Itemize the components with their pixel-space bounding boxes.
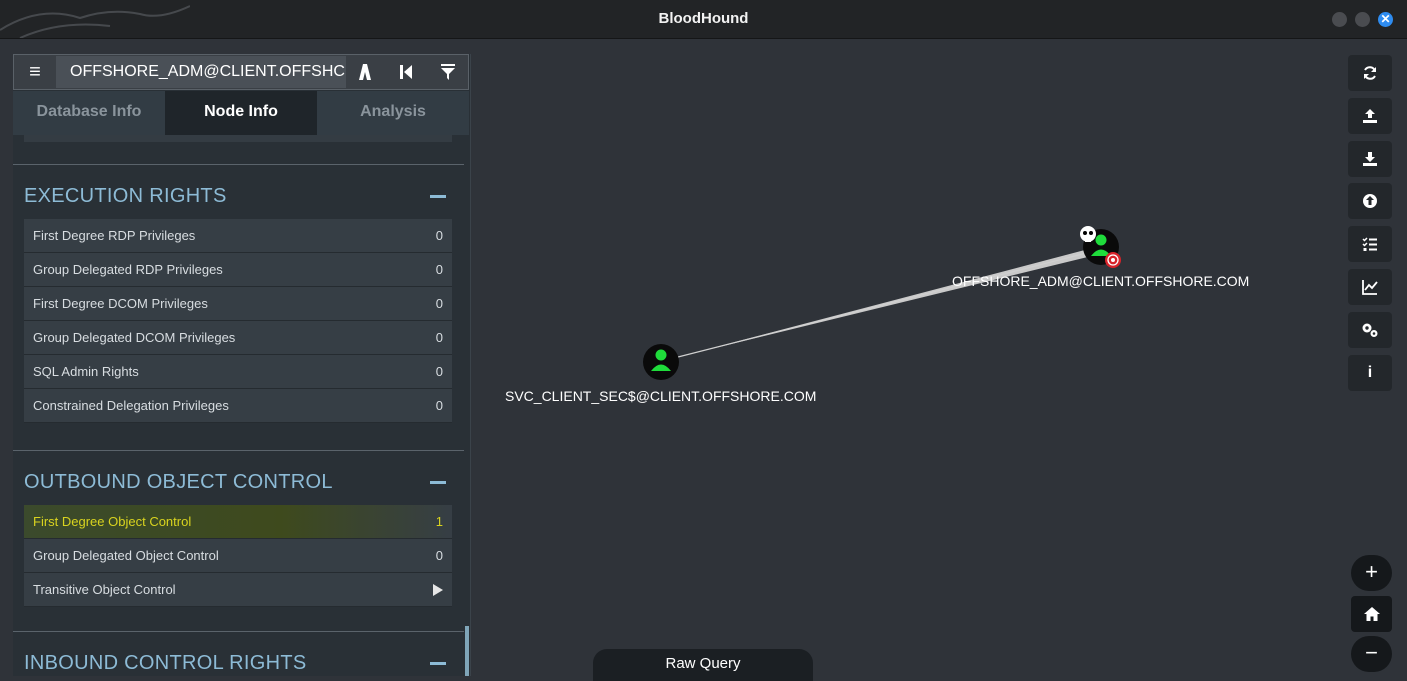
execution-rights-title[interactable]: EXECUTION RIGHTS — [24, 185, 227, 208]
section-divider — [13, 631, 464, 632]
list-item[interactable]: Constrained Delegation Privileges 0 — [24, 389, 452, 423]
collapse-outbound-icon[interactable] — [430, 481, 446, 484]
row-label: Transitive Object Control — [33, 582, 176, 597]
row-value: 1 — [435, 514, 443, 529]
row-value: 0 — [435, 262, 443, 277]
row-label: SQL Admin Rights — [33, 364, 139, 379]
tab-node-info[interactable]: Node Info — [165, 91, 317, 135]
upload-icon[interactable] — [1348, 98, 1392, 134]
tab-analysis[interactable]: Analysis — [317, 91, 469, 135]
pathfinding-icon[interactable] — [345, 55, 385, 89]
previous-row — [24, 135, 452, 142]
target-icon — [1105, 252, 1121, 268]
node-label-svc[interactable]: SVC_CLIENT_SEC$@CLIENT.OFFSHORE.COM — [505, 388, 816, 404]
row-value: 0 — [435, 330, 443, 345]
row-value: 0 — [435, 228, 443, 243]
list-item[interactable]: SQL Admin Rights 0 — [24, 355, 452, 389]
row-label: First Degree RDP Privileges — [33, 228, 196, 243]
node-info-panel: ≡ OFFSHORE_ADM@CLIENT.OFFSHC Database In… — [13, 54, 471, 676]
list-item[interactable]: Group Delegated RDP Privileges 0 — [24, 253, 452, 287]
outbound-object-control-title[interactable]: OUTBOUND OBJECT CONTROL — [24, 471, 333, 494]
node-label-target[interactable]: OFFSHORE_ADM@CLIENT.OFFSHORE.COM — [952, 273, 1249, 289]
list-item[interactable]: Group Delegated DCOM Privileges 0 — [24, 321, 452, 355]
tab-database-info[interactable]: Database Info — [13, 91, 165, 135]
collapse-inbound-icon[interactable] — [430, 662, 446, 665]
row-value: 0 — [435, 548, 443, 563]
info-icon[interactable]: i — [1348, 355, 1392, 391]
title-bar: BloodHound ✕ — [0, 0, 1407, 39]
minimize-button[interactable] — [1332, 12, 1347, 27]
graph-canvas[interactable] — [470, 38, 1330, 648]
section-divider — [13, 164, 464, 165]
settings-icon[interactable] — [1348, 312, 1392, 348]
home-button[interactable] — [1351, 596, 1392, 632]
close-button[interactable]: ✕ — [1378, 12, 1393, 27]
row-label: Constrained Delegation Privileges — [33, 398, 229, 413]
section-divider — [13, 450, 464, 451]
row-label: Group Delegated RDP Privileges — [33, 262, 223, 277]
panel-tabs: Database Info Node Info Analysis — [13, 91, 469, 135]
list-item[interactable]: First Degree RDP Privileges 0 — [24, 219, 452, 253]
window-title: BloodHound — [658, 10, 749, 27]
row-value: 0 — [435, 364, 443, 379]
row-label: Group Delegated Object Control — [33, 548, 219, 563]
graph-edge-line — [677, 248, 1103, 358]
raw-query-button[interactable]: Raw Query — [593, 649, 813, 681]
user-node-svc[interactable] — [643, 344, 679, 380]
search-input[interactable]: OFFSHORE_ADM@CLIENT.OFFSHC — [56, 56, 346, 88]
list-item[interactable]: Transitive Object Control — [24, 573, 452, 607]
execution-rights-list: First Degree RDP Privileges 0 Group Deleg… — [24, 219, 452, 423]
list-item[interactable]: First Degree Object Control 1 — [24, 505, 452, 539]
import-icon[interactable] — [1348, 183, 1392, 219]
row-label: First Degree DCOM Privileges — [33, 296, 208, 311]
row-label: First Degree Object Control — [33, 514, 192, 529]
outbound-control-list: First Degree Object Control 1 Group Deleg… — [24, 505, 452, 607]
maximize-button[interactable] — [1355, 12, 1370, 27]
list-item[interactable]: First Degree DCOM Privileges 0 — [24, 287, 452, 321]
back-icon[interactable] — [386, 55, 426, 89]
row-value: 0 — [435, 398, 443, 413]
filter-icon[interactable] — [428, 55, 468, 89]
play-icon[interactable] — [433, 584, 443, 596]
panel-scrollbar[interactable] — [465, 626, 469, 676]
queries-icon[interactable] — [1348, 226, 1392, 262]
collapse-execution-icon[interactable] — [430, 195, 446, 198]
list-item[interactable]: Group Delegated Object Control 0 — [24, 539, 452, 573]
zoom-out-button[interactable]: − — [1351, 636, 1392, 672]
download-icon[interactable] — [1348, 141, 1392, 177]
row-value: 0 — [435, 296, 443, 311]
search-bar: ≡ OFFSHORE_ADM@CLIENT.OFFSHC — [13, 54, 469, 90]
zoom-in-button[interactable]: + — [1351, 555, 1392, 591]
skull-icon — [1080, 226, 1096, 242]
inbound-control-rights-title[interactable]: INBOUND CONTROL RIGHTS — [24, 652, 307, 675]
chart-icon[interactable] — [1348, 269, 1392, 305]
node-info-content: EXECUTION RIGHTS First Degree RDP Privil… — [13, 135, 469, 676]
row-label: Group Delegated DCOM Privileges — [33, 330, 236, 345]
refresh-icon[interactable] — [1348, 55, 1392, 91]
menu-icon[interactable]: ≡ — [14, 55, 56, 89]
